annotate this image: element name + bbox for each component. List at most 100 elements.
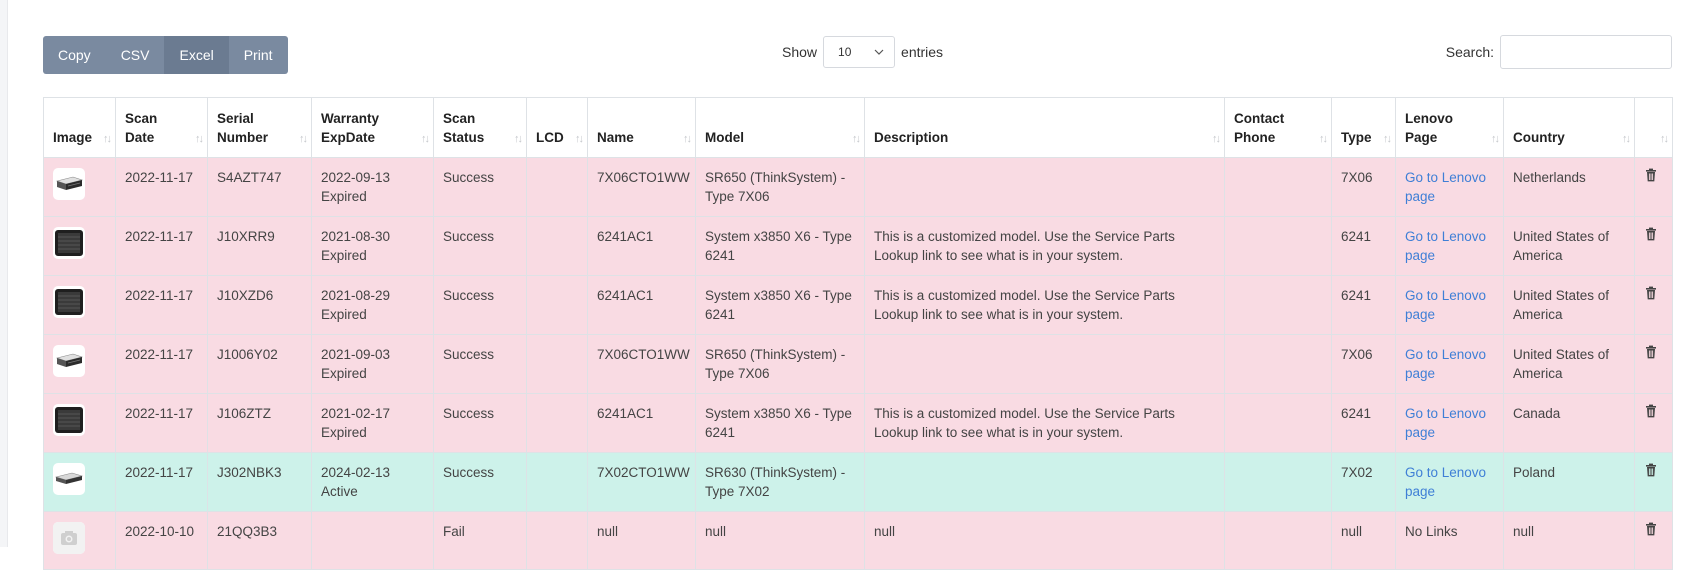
contact-phone-cell: [1224, 157, 1332, 217]
model-cell: System x3850 X6 - Type 6241: [695, 275, 865, 335]
warranty-state: Expired: [321, 248, 367, 263]
warranty-state: Expired: [321, 307, 367, 322]
warranty-cell: 2021-08-30 Expired: [311, 216, 434, 276]
column-header-lcd[interactable]: LCD ↑↓: [526, 97, 588, 158]
copy-button[interactable]: Copy: [43, 36, 106, 74]
serial-number-cell: J10XRR9: [207, 216, 312, 276]
column-header-lenovo-page[interactable]: Lenovo Page ↑↓: [1395, 97, 1504, 158]
warranty-cell: 2024-02-13 Active: [311, 452, 434, 512]
camera-placeholder-icon[interactable]: [53, 522, 85, 554]
sort-icon[interactable]: ↑↓: [1622, 130, 1631, 149]
lcd-cell: [526, 216, 588, 276]
lenovo-page-link[interactable]: Go to Lenovo page: [1405, 465, 1486, 499]
page-length-select[interactable]: 10: [823, 36, 896, 68]
lenovo-page-link[interactable]: Go to Lenovo page: [1405, 347, 1486, 381]
scan-date-cell: 2022-11-17: [115, 334, 208, 394]
server-dark-icon[interactable]: [53, 227, 85, 259]
column-header-contact-phone[interactable]: Contact Phone ↑↓: [1224, 97, 1332, 158]
server-dark-icon[interactable]: [53, 404, 85, 436]
lcd-cell: [526, 334, 588, 394]
contact-phone-cell: [1224, 334, 1332, 394]
warranty-date: 2021-08-30: [321, 229, 391, 244]
model-cell: System x3850 X6 - Type 6241: [695, 216, 865, 276]
table-row: 2022-11-17 S4AZT747 2022-09-13 Expired Succe…: [43, 157, 1673, 217]
image-cell: [43, 216, 116, 276]
column-header-image[interactable]: Image ↑↓: [43, 97, 116, 158]
sort-icon[interactable]: ↑↓: [852, 130, 861, 149]
image-cell: [43, 157, 116, 217]
sort-icon[interactable]: ↑↓: [1319, 130, 1328, 149]
type-cell: 7X02: [1331, 452, 1396, 512]
trash-icon[interactable]: [1644, 286, 1658, 303]
column-header-label: Image: [53, 130, 93, 145]
table-row: 2022-11-17 J10XZD6 2021-08-29 Expired Succes…: [43, 275, 1673, 335]
country-cell: United States of America: [1503, 334, 1635, 394]
trash-icon[interactable]: [1644, 522, 1658, 539]
sort-icon[interactable]: ↑↓: [514, 130, 523, 149]
rack-server-light-icon[interactable]: [53, 168, 85, 200]
column-header-actions[interactable]: ↑↓: [1634, 97, 1673, 158]
image-cell: [43, 511, 116, 570]
rack-server-light-icon[interactable]: [53, 345, 85, 377]
print-button[interactable]: Print: [229, 36, 288, 74]
sort-icon[interactable]: ↑↓: [103, 130, 112, 149]
description-cell: This is a customized model. Use the Serv…: [864, 275, 1225, 335]
contact-phone-cell: [1224, 393, 1332, 453]
serial-number-cell: J106ZTZ: [207, 393, 312, 453]
actions-cell: [1634, 275, 1673, 335]
chevron-down-icon: [874, 49, 884, 55]
warranty-date: 2021-09-03: [321, 347, 391, 362]
sort-icon[interactable]: ↑↓: [1491, 130, 1500, 149]
left-edge-panel: [0, 0, 8, 547]
type-cell: null: [1331, 511, 1396, 570]
lenovo-page-cell: Go to Lenovo page: [1395, 393, 1504, 453]
search-input[interactable]: [1500, 35, 1672, 69]
column-header-warranty-expdate[interactable]: Warranty ExpDate ↑↓: [311, 97, 434, 158]
lenovo-page-cell: No Links: [1395, 511, 1504, 570]
name-cell: 7X02CTO1WW: [587, 452, 696, 512]
column-header-country[interactable]: Country ↑↓: [1503, 97, 1635, 158]
lenovo-page-link[interactable]: Go to Lenovo page: [1405, 229, 1486, 263]
image-cell: [43, 393, 116, 453]
no-links-text: No Links: [1405, 524, 1458, 539]
column-header-scan-date[interactable]: Scan Date ↑↓: [115, 97, 208, 158]
lcd-cell: [526, 511, 588, 570]
column-header-scan-status[interactable]: Scan Status ↑↓: [433, 97, 527, 158]
description-cell: [864, 157, 1225, 217]
column-header-description[interactable]: Description ↑↓: [864, 97, 1225, 158]
rack-server-slim-icon[interactable]: [53, 463, 85, 495]
trash-icon[interactable]: [1644, 404, 1658, 421]
column-header-serial-number[interactable]: Serial Number ↑↓: [207, 97, 312, 158]
actions-cell: [1634, 157, 1673, 217]
sort-icon[interactable]: ↑↓: [1383, 130, 1392, 149]
server-dark-icon[interactable]: [53, 286, 85, 318]
lenovo-page-link[interactable]: Go to Lenovo page: [1405, 288, 1486, 322]
country-cell: United States of America: [1503, 275, 1635, 335]
column-header-label: Scan Date: [125, 111, 158, 145]
lenovo-page-link[interactable]: Go to Lenovo page: [1405, 170, 1486, 204]
search-label: Search:: [1445, 44, 1494, 60]
trash-icon[interactable]: [1644, 227, 1658, 244]
column-header-type[interactable]: Type ↑↓: [1331, 97, 1396, 158]
model-cell: null: [695, 511, 865, 570]
sort-icon[interactable]: ↑↓: [575, 130, 584, 149]
sort-icon[interactable]: ↑↓: [1212, 130, 1221, 149]
trash-icon[interactable]: [1644, 345, 1658, 362]
description-cell: This is a customized model. Use the Serv…: [864, 393, 1225, 453]
sort-icon[interactable]: ↑↓: [1660, 130, 1669, 149]
trash-icon[interactable]: [1644, 168, 1658, 185]
image-cell: [43, 275, 116, 335]
column-header-name[interactable]: Name ↑↓: [587, 97, 696, 158]
sort-icon[interactable]: ↑↓: [299, 130, 308, 149]
trash-icon[interactable]: [1644, 463, 1658, 480]
warranty-state: Expired: [321, 366, 367, 381]
sort-icon[interactable]: ↑↓: [421, 130, 430, 149]
column-header-label: Lenovo Page: [1405, 111, 1454, 145]
csv-button[interactable]: CSV: [106, 36, 165, 74]
sort-icon[interactable]: ↑↓: [195, 130, 204, 149]
column-header-model[interactable]: Model ↑↓: [695, 97, 865, 158]
lenovo-page-link[interactable]: Go to Lenovo page: [1405, 406, 1486, 440]
sort-icon[interactable]: ↑↓: [683, 130, 692, 149]
excel-button[interactable]: Excel: [164, 36, 229, 74]
contact-phone-cell: [1224, 216, 1332, 276]
